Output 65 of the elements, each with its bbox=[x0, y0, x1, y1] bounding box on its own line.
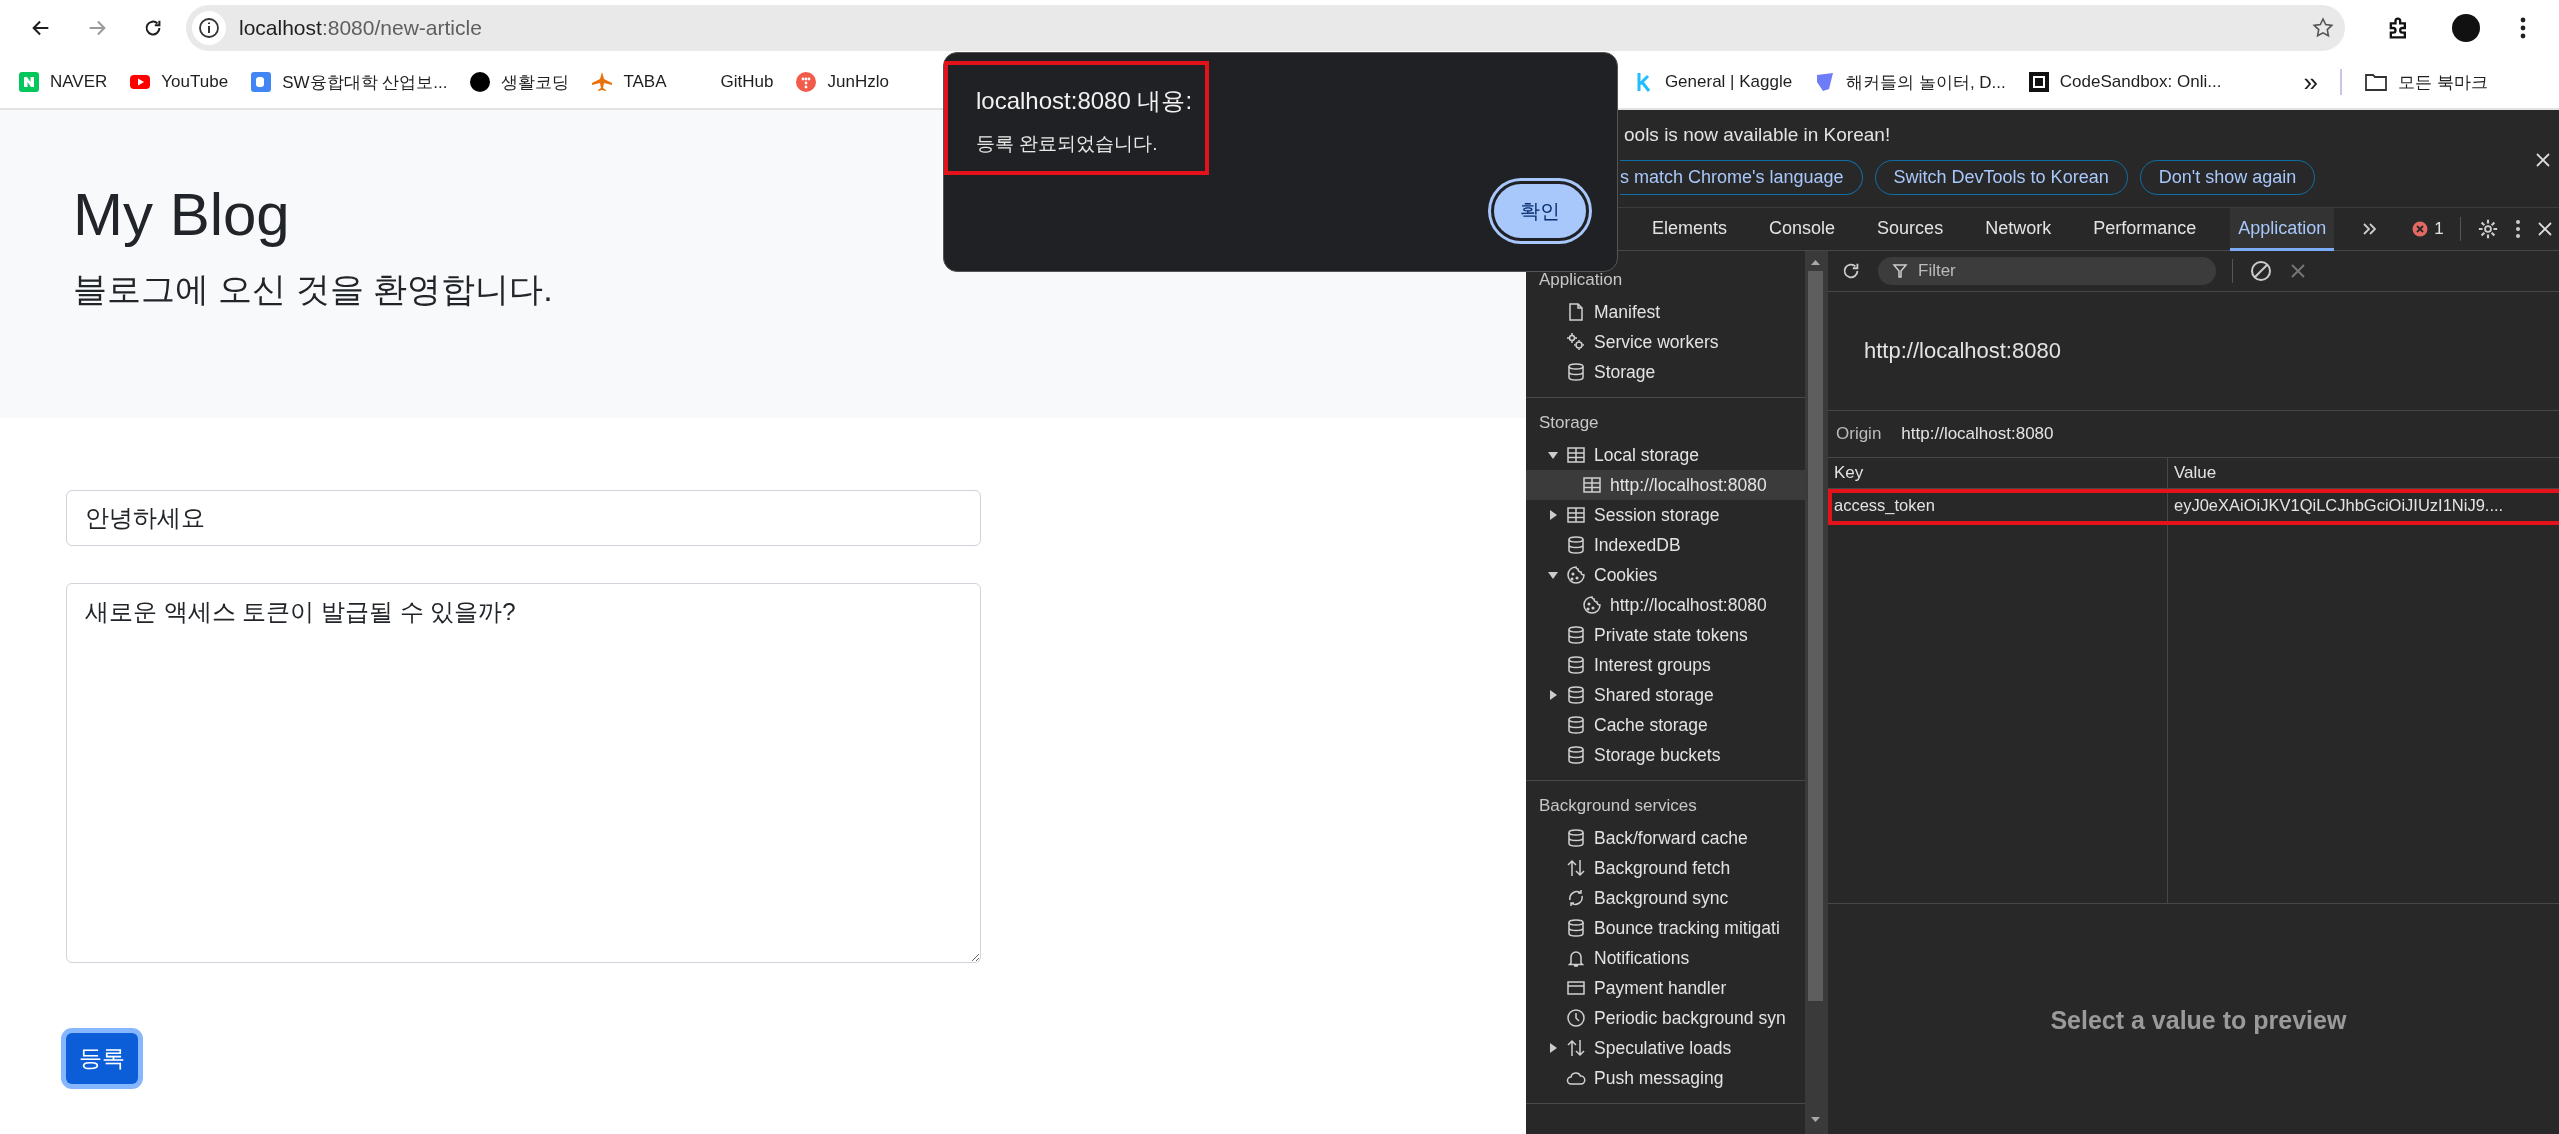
column-header[interactable]: Value bbox=[2168, 458, 2559, 488]
tree-item[interactable]: Back/forward cache bbox=[1526, 823, 1805, 853]
more-bookmarks-button[interactable]: » bbox=[2303, 66, 2318, 98]
section-heading: Application bbox=[1538, 269, 1624, 291]
tree-item[interactable]: Notifications bbox=[1526, 943, 1805, 973]
devtools-tab[interactable]: Performance bbox=[2085, 207, 2205, 251]
tree-item[interactable]: Private state tokens bbox=[1526, 620, 1805, 650]
tree-item[interactable]: Local storage bbox=[1526, 440, 1805, 470]
address-bar[interactable]: localhost:8080/new-article bbox=[186, 5, 2345, 51]
tree-item[interactable]: Storage buckets bbox=[1526, 740, 1805, 770]
content-textarea[interactable]: 새로운 액세스 토큰이 발급될 수 있을까? bbox=[66, 583, 981, 963]
column-header[interactable]: Key bbox=[1828, 458, 2168, 488]
bookmark[interactable]: GitHub bbox=[688, 72, 774, 92]
bookmark[interactable]: 해커들의 놀이터, D... bbox=[1814, 70, 2006, 94]
bookmark[interactable]: JunHzlo bbox=[795, 71, 889, 93]
origin-title: http://localhost:8080 bbox=[1828, 292, 2559, 411]
tree-item[interactable]: Cache storage bbox=[1526, 710, 1805, 740]
devtools-tab[interactable]: Network bbox=[1977, 207, 2060, 251]
section-heading: Storage bbox=[1538, 412, 1600, 434]
tree-item[interactable]: Storage bbox=[1526, 357, 1805, 387]
ok-button[interactable]: 확인 bbox=[1491, 181, 1589, 241]
tree-item[interactable]: http://localhost:8080 bbox=[1526, 590, 1805, 620]
tree-item[interactable]: Interest groups bbox=[1526, 650, 1805, 680]
devtools-tab[interactable]: Application bbox=[2230, 207, 2335, 251]
tree-item[interactable]: Session storage bbox=[1526, 500, 1805, 530]
table-cell-text: eyJ0eXAiOiJKV1QiLCJhbGciOiJIUzI1NiJ9.... bbox=[2173, 495, 2505, 516]
tree-item[interactable]: Shared storage bbox=[1526, 680, 1805, 710]
devtools-tab[interactable]: Console bbox=[1761, 207, 1844, 251]
error-badge[interactable]: 1 bbox=[2412, 219, 2444, 239]
table-cell: access_token bbox=[1828, 489, 2168, 525]
bookmark[interactable]: TABA bbox=[591, 71, 667, 93]
devtools-tab[interactable]: Sources bbox=[1869, 207, 1952, 251]
tree-item[interactable]: Manifest bbox=[1526, 297, 1805, 327]
bookmark[interactable]: YouTube bbox=[129, 71, 229, 93]
tree-item[interactable]: Cookies bbox=[1526, 560, 1805, 590]
tree-item[interactable]: http://localhost:8080 bbox=[1526, 470, 1805, 500]
bookmark-folder[interactable]: 모든 북마크 bbox=[2363, 70, 2488, 94]
origin-value: http://localhost:8080 bbox=[1901, 424, 2054, 444]
filter-field[interactable]: Filter bbox=[1878, 257, 2216, 285]
tree-item[interactable]: Background fetch bbox=[1526, 853, 1805, 883]
url-text: localhost:8080/new-article bbox=[239, 16, 483, 40]
tree-item[interactable]: Periodic background syn bbox=[1526, 1003, 1805, 1033]
blog-subtitle: 블로그에 오신 것을 환영합니다. bbox=[73, 269, 554, 310]
tree-item[interactable]: Push messaging bbox=[1526, 1063, 1805, 1093]
preview-pane: Select a value to preview bbox=[2049, 1004, 2348, 1036]
table-row[interactable]: access_token eyJ0eXAiOiJKV1QiLCJhbGciOiJIUzI1NiJ9.... bbox=[1828, 489, 2559, 525]
blog-title: My Blog bbox=[73, 180, 291, 249]
banner-message: ools is now available in Korean! bbox=[1624, 124, 1891, 145]
tree-item[interactable]: Payment handler bbox=[1526, 973, 1805, 1003]
tree-item[interactable]: IndexedDB bbox=[1526, 530, 1805, 560]
origin-label: Origin bbox=[1836, 424, 1882, 444]
tree-item[interactable]: Speculative loads bbox=[1526, 1033, 1805, 1063]
bookmark[interactable]: 생활코딩 bbox=[469, 70, 570, 94]
bookmark[interactable]: NAVER bbox=[18, 71, 108, 93]
tree-item[interactable]: Bounce tracking mitigati bbox=[1526, 913, 1805, 943]
bookmark[interactable]: SW융합대학 산업보... bbox=[250, 70, 448, 94]
title-input[interactable]: 안녕하세요 bbox=[66, 490, 981, 546]
tree-item[interactable]: Background sync bbox=[1526, 883, 1805, 913]
section-heading: Background services bbox=[1538, 795, 1698, 817]
tree-item[interactable]: Service workers bbox=[1526, 327, 1805, 357]
dialog-title: localhost:8080 내용: bbox=[976, 86, 1194, 116]
devtools-tab[interactable]: Elements bbox=[1644, 207, 1736, 251]
bookmark[interactable]: CodeSandbox: Onli... bbox=[2027, 71, 2222, 93]
bookmark[interactable]: General | Kaggle bbox=[1632, 71, 1793, 93]
dialog-message: 등록 완료되었습니다. bbox=[976, 132, 1159, 156]
